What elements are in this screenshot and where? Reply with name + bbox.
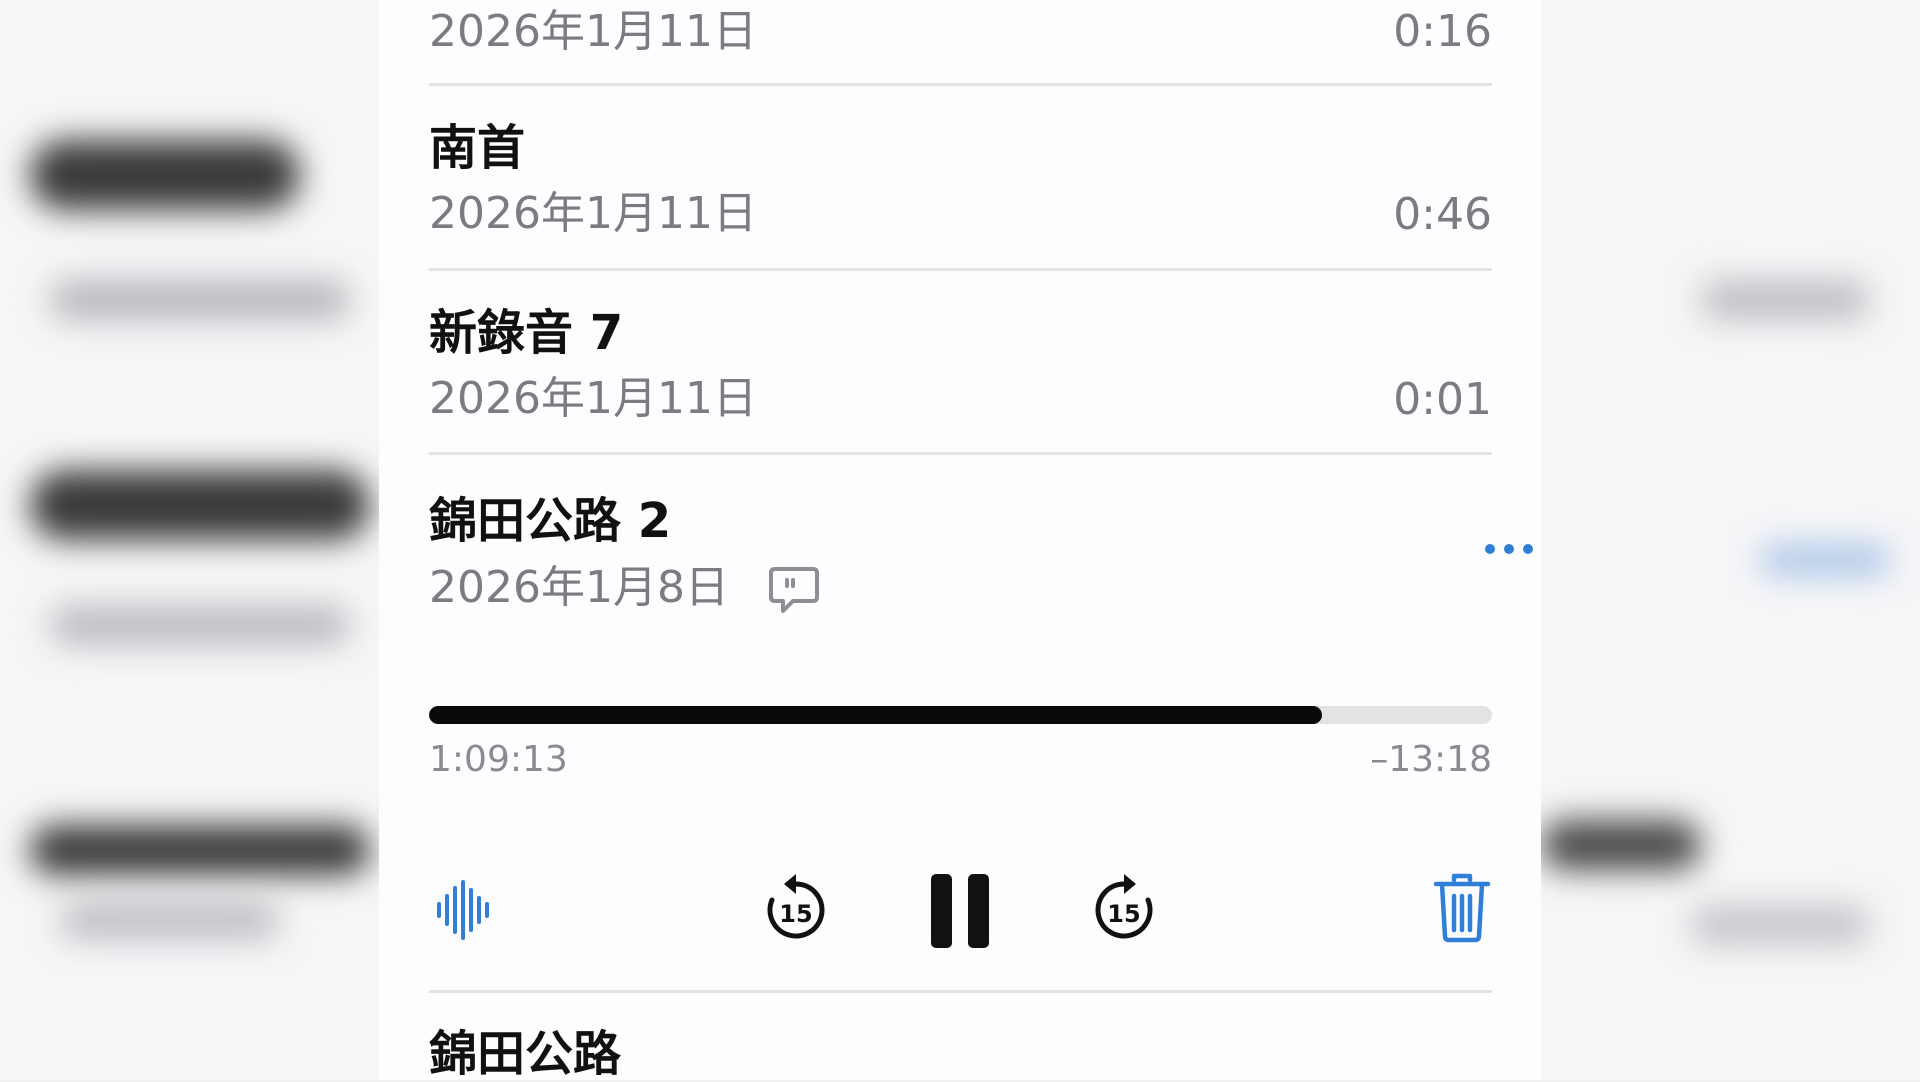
recording-title: 錦田公路 xyxy=(429,1026,622,1082)
background-blur xyxy=(1690,905,1870,945)
list-item[interactable]: 2026年1月11日 0:16 xyxy=(429,0,1492,84)
recording-duration: 0:46 xyxy=(1393,189,1492,240)
list-item[interactable]: 南首 0:46 2026年1月11日 xyxy=(429,86,1492,268)
remaining-time: –13:18 xyxy=(1370,739,1492,780)
background-blur xyxy=(50,280,350,320)
playback-progress-bar[interactable] xyxy=(429,706,1492,724)
list-item[interactable]: 新錄音 7 2026年1月11日 0:01 xyxy=(429,271,1492,453)
background-blur xyxy=(30,470,370,540)
recordings-list: 2026年1月11日 0:16 南首 0:46 2026年1月11日 新錄音 7… xyxy=(379,0,1541,1080)
background-blur xyxy=(30,825,370,875)
recording-date: 2026年1月11日 xyxy=(429,188,757,239)
recording-title: 新錄音 7 xyxy=(429,305,624,361)
recording-date: 2026年1月8日 xyxy=(429,562,729,613)
recording-date: 2026年1月11日 xyxy=(429,6,757,57)
pause-icon[interactable] xyxy=(929,872,991,954)
recording-date: 2026年1月11日 xyxy=(429,373,757,424)
skip-back-15-icon[interactable]: 15 xyxy=(762,872,830,948)
recording-duration: 0:01 xyxy=(1393,374,1492,425)
background-blur xyxy=(1760,545,1890,575)
background-blur xyxy=(1700,280,1870,320)
background-blur xyxy=(30,140,300,210)
trash-icon[interactable] xyxy=(1432,872,1492,948)
transcript-icon[interactable] xyxy=(767,563,821,621)
background-blur xyxy=(60,900,280,940)
playback-progress-fill xyxy=(429,706,1322,724)
recording-duration: 0:16 xyxy=(1393,6,1492,57)
active-recording-item[interactable]: 錦田公路 2 2026年1月8日 xyxy=(429,455,1492,613)
background-blur xyxy=(1541,820,1701,870)
background-blur xyxy=(50,605,350,645)
skip-forward-15-icon[interactable]: 15 xyxy=(1090,872,1158,948)
elapsed-time: 1:09:13 xyxy=(429,739,568,780)
waveform-icon[interactable] xyxy=(433,878,497,946)
recording-title: 南首 xyxy=(429,120,526,176)
list-item[interactable]: 錦田公路 xyxy=(429,993,1492,1080)
skip-back-label: 15 xyxy=(779,900,812,928)
more-icon[interactable] xyxy=(1479,536,1539,562)
skip-forward-label: 15 xyxy=(1107,900,1140,928)
recording-title: 錦田公路 2 xyxy=(429,493,672,549)
